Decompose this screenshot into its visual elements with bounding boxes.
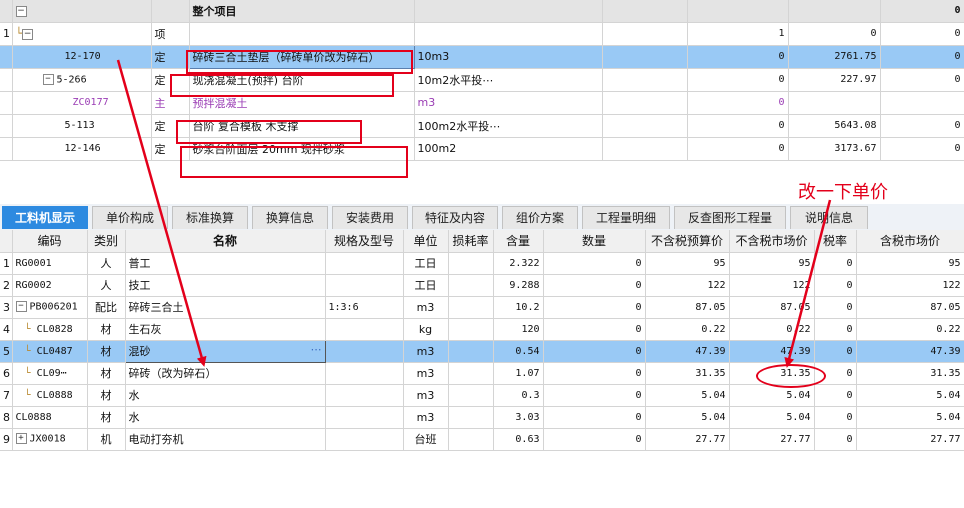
arrow-to-market-price [784,199,832,368]
arrow-to-mixed-sand [116,59,207,367]
annotation-text: 改一下单价 [798,182,888,203]
annotation-arrows [116,59,832,368]
